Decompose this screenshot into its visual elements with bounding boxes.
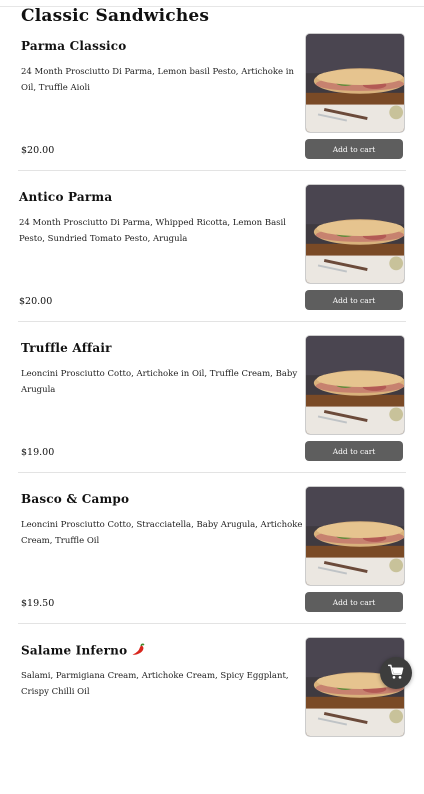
menu-item-card: Basco & Campo Leoncini Prosciutto Cotto,…: [0, 486, 424, 643]
sandwich-photo[interactable]: [305, 335, 405, 435]
item-description: Salami, Parmigiana Cream, Artichoke Crea…: [21, 671, 289, 697]
sandwich-photo[interactable]: [305, 33, 405, 133]
item-name: Parma Classico: [21, 39, 127, 53]
item-name: Truffle Affair: [21, 341, 112, 355]
item-divider: [18, 170, 406, 171]
item-divider: [18, 472, 406, 473]
section-title: Classic Sandwiches: [21, 6, 210, 26]
sandwich-photo[interactable]: [305, 486, 405, 586]
menu-item-card: Antico Parma 24 Month Prosciutto Di Parm…: [0, 184, 424, 341]
menu-item-card: Parma Classico 24 Month Prosciutto Di Pa…: [0, 33, 424, 190]
item-name: Antico Parma: [19, 190, 113, 204]
item-divider: [18, 623, 406, 624]
item-description: 24 Month Prosciutto Di Parma, Lemon basi…: [21, 67, 294, 93]
item-price: $20.00: [21, 145, 55, 156]
floating-cart-button[interactable]: [380, 657, 412, 689]
item-price: $19.00: [21, 447, 55, 458]
item-name: Basco & Campo: [21, 492, 130, 506]
add-to-cart-button[interactable]: Add to cart: [305, 592, 403, 612]
item-price: $19.50: [21, 598, 55, 609]
item-description: 24 Month Prosciutto Di Parma, Whipped Ri…: [19, 218, 286, 244]
item-description: Leoncini Prosciutto Cotto, Artichoke in …: [21, 369, 298, 395]
add-to-cart-button[interactable]: Add to cart: [305, 290, 403, 310]
item-name: Salame Inferno: [21, 643, 128, 658]
item-description: Leoncini Prosciutto Cotto, Stracciatella…: [21, 520, 303, 546]
shopping-cart-icon: [387, 664, 404, 683]
chili-pepper-icon: [131, 643, 146, 659]
menu-item-card: Salame Inferno Salami, Parmigiana Cream,…: [0, 637, 424, 794]
sandwich-photo[interactable]: [305, 184, 405, 284]
item-price: $20.00: [19, 296, 53, 307]
item-name-row: Salame Inferno: [21, 643, 146, 659]
item-divider: [18, 321, 406, 322]
add-to-cart-button[interactable]: Add to cart: [305, 139, 403, 159]
menu-item-card: Truffle Affair Leoncini Prosciutto Cotto…: [0, 335, 424, 492]
add-to-cart-button[interactable]: Add to cart: [305, 441, 403, 461]
